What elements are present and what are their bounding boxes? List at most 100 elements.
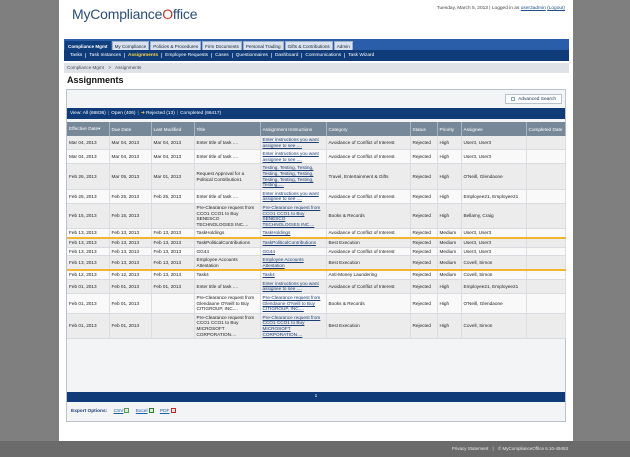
instructions-link[interactable]: TaskHoldings [263, 230, 291, 235]
instructions-link[interactable]: Pre-Clearance request from CCO1 CCO1 to … [263, 315, 321, 337]
instructions-link[interactable]: GG44 [263, 249, 276, 254]
export-csv-link[interactable]: CSV [114, 409, 124, 414]
cell-completed-date [526, 189, 566, 204]
table-row[interactable]: Mar 04, 2013 Mar 04, 2013 Mar 04, 2013 Ente… [67, 149, 566, 165]
sub-tab-cases[interactable]: Cases [212, 53, 233, 58]
instructions-link[interactable]: Enter instructions you want assignee to … [263, 281, 319, 292]
sub-tab-questionnaires[interactable]: Questionnaires [233, 53, 272, 58]
advanced-search-button[interactable]: Advanced Search [505, 94, 562, 104]
cell-due-date: Feb 13, 2013 [109, 228, 152, 239]
instructions-link[interactable]: Task4 [263, 272, 275, 277]
cell-assignment-instructions[interactable]: Enter instructions you want assignee to … [260, 149, 327, 165]
breadcrumb-item-assignments: Assignments [115, 65, 142, 70]
main-tab-compliance-mgmt[interactable]: Compliance Mgmt [65, 41, 111, 50]
main-tab-gifts-contributions[interactable]: Gifts & Contributions [284, 41, 333, 50]
cell-title: GG44 [194, 247, 261, 257]
excel-file-icon[interactable] [148, 408, 154, 413]
cell-assignment-instructions[interactable]: Pre-Clearance request from Glendaone O'N… [260, 293, 327, 314]
pdf-file-icon[interactable] [170, 408, 176, 413]
export-label: Export Options: [71, 408, 108, 414]
filter-rejected[interactable]: Rejected (13) [146, 111, 175, 116]
table-row[interactable]: Feb 01, 2013 Feb 01, 2013 Pre-Clearance re… [67, 313, 566, 340]
column-header-title[interactable]: Title [194, 122, 261, 136]
column-header-priority[interactable]: Priority [437, 122, 462, 136]
cell-assignment-instructions[interactable]: Enter instructions you want assignee to … [260, 279, 327, 295]
page-number-1[interactable]: 1 [315, 394, 318, 399]
filter-completed[interactable]: Completed (66417) [180, 111, 221, 116]
table-row[interactable]: Feb 01, 2013 Feb 01, 2013 Feb 01, 2013 Ente… [67, 279, 566, 295]
cell-assignee: User3, User3 [461, 247, 527, 257]
cell-due-date: Feb 12, 2013 [109, 270, 152, 280]
cell-assignment-instructions[interactable]: TaskPoliticalContributions [260, 237, 327, 248]
instructions-link[interactable]: Enter instructions you want assignee to … [263, 137, 319, 148]
sub-tab-employee-requests[interactable]: Employee Requests [162, 53, 213, 58]
cell-assignment-instructions[interactable]: Enter instructions you want assignee to … [260, 136, 327, 151]
instructions-link[interactable]: Employee Accounts Attestation [263, 257, 304, 268]
main-tab-firm-documents[interactable]: Firm Documents [202, 41, 242, 50]
sub-tab-assignments[interactable]: Assignments [125, 53, 163, 58]
instructions-link[interactable]: Enter instructions you want assignee to … [263, 191, 319, 202]
cell-text: Mar 04, 2013 [69, 153, 97, 159]
table-row[interactable]: Feb 13, 2013 Feb 13, 2013 Feb 13, 2013 Empl… [67, 255, 566, 272]
column-header-status[interactable]: Status [410, 122, 438, 136]
column-header-due-date[interactable]: Due Date [109, 122, 152, 136]
export-pdf-link[interactable]: PDF [160, 409, 170, 414]
csv-file-icon[interactable] [124, 408, 130, 413]
user-link[interactable]: user3admin [521, 6, 546, 11]
table-row[interactable]: Feb 01, 2013 Feb 01, 2013 Pre-Clearance re… [67, 293, 566, 314]
export-excel-link[interactable]: Excel [136, 409, 148, 414]
table-row[interactable]: Feb 13, 2013 Feb 13, 2013 Feb 13, 2013 Task… [67, 228, 566, 239]
instructions-link[interactable]: Pre-Clearance request from CCO1 CCO1 to … [263, 205, 321, 227]
column-header-last-modified[interactable]: Last Modified [151, 122, 195, 136]
sub-nav: Tasks Task Instances Assignments Employee R… [64, 50, 569, 61]
sub-tab-tasks[interactable]: Tasks [67, 53, 87, 58]
table-row[interactable]: Feb 12, 2013 Feb 12, 2013 Feb 13, 2013 Task… [67, 270, 566, 280]
column-header-effective-date[interactable]: Effective Date▾ [67, 122, 110, 136]
cell-assignment-instructions[interactable]: Task4 [260, 270, 327, 280]
logout-link[interactable]: (Logout) [547, 6, 565, 11]
table-row[interactable]: Feb 13, 2013 Feb 13, 2013 Feb 13, 2013 Task… [67, 237, 566, 248]
instructions-link[interactable]: TaskPoliticalContributions [263, 240, 316, 245]
instructions-link[interactable]: Pre-Clearance request from Glendaone O'N… [263, 295, 321, 311]
instructions-link[interactable]: Testing, Testing, Testing, Testing, Test… [263, 165, 314, 187]
app-logo[interactable]: MyComplianceOffice [72, 6, 198, 22]
cell-assignment-instructions[interactable]: Employee Accounts Attestation [260, 255, 327, 272]
filter-view-all[interactable]: View: All (66836) [70, 111, 106, 116]
table-row[interactable]: Feb 26, 2013 Mar 05, 2013 Mar 01, 2013 Requ… [67, 163, 566, 190]
cell-assignment-instructions[interactable]: Testing, Testing, Testing, Testing, Test… [260, 163, 327, 190]
cell-last-modified: Feb 13, 2013 [151, 270, 195, 280]
cell-assignment-instructions[interactable]: TaskHoldings [260, 228, 327, 239]
sub-tab-task-wizard[interactable]: Task Wizard [345, 53, 377, 58]
table-row[interactable]: Feb 13, 2013 Feb 13, 2013 Feb 13, 2013 GG44… [67, 247, 566, 257]
cell-text: Mar 04, 2013 [111, 139, 140, 145]
sub-tab-dashboard[interactable]: Dashboard [272, 53, 303, 58]
column-header-assignment-instructions[interactable]: Assignment Instructions [260, 122, 327, 136]
main-tab-admin[interactable]: Admin [333, 41, 353, 50]
cell-assignment-instructions[interactable]: Pre-Clearance request from CCO1 CCO1 to … [260, 203, 327, 230]
sub-tab-task-instances[interactable]: Task Instances [86, 53, 125, 58]
breadcrumb-item-compliance-mgmt[interactable]: Compliance Mgmt [67, 65, 104, 70]
cell-text: Feb 12, 2013 [69, 272, 97, 278]
instructions-link[interactable]: Enter instructions you want assignee to … [263, 151, 319, 162]
cell-assignment-instructions[interactable]: GG44 [260, 247, 327, 257]
table-row[interactable]: Feb 15, 2013 Feb 15, 2013 Pre-Clearance re… [67, 203, 566, 230]
sub-tab-communications[interactable]: Communications [302, 53, 346, 58]
cell-due-date: Feb 01, 2013 [109, 293, 152, 314]
cell-text: Avoidance of Conflict of Interest [328, 139, 395, 145]
cell-assignment-instructions[interactable]: Pre-Clearance request from CCO1 CCO1 to … [260, 313, 327, 340]
column-header-assignee[interactable]: Assignee [461, 122, 527, 136]
main-tab-policies-procedures[interactable]: Policies & Procedures [150, 41, 202, 50]
cell-text: Rejected [412, 153, 432, 159]
column-header-completed-date[interactable]: Completed Date [526, 122, 566, 136]
main-tab-personal-trading[interactable]: Personal Trading [242, 41, 284, 50]
privacy-statement-link[interactable]: Privacy Statement [452, 446, 489, 451]
column-header-category[interactable]: Category [326, 122, 411, 136]
table-row[interactable]: Feb 25, 2013 Feb 25, 2013 Feb 25, 2013 Ente… [67, 189, 566, 204]
cell-effective-date: Feb 15, 2013 [67, 203, 110, 230]
filter-open[interactable]: Open (406) [111, 111, 135, 116]
cell-assignment-instructions[interactable]: Enter instructions you want assignee to … [260, 189, 327, 204]
main-tab-my-compliance[interactable]: My Compliance [111, 41, 150, 50]
cell-text: User3, User3 [463, 248, 492, 254]
table-row[interactable]: Mar 04, 2013 Mar 04, 2013 Mar 04, 2013 Ente… [67, 136, 566, 151]
cell-completed-date [526, 237, 566, 248]
